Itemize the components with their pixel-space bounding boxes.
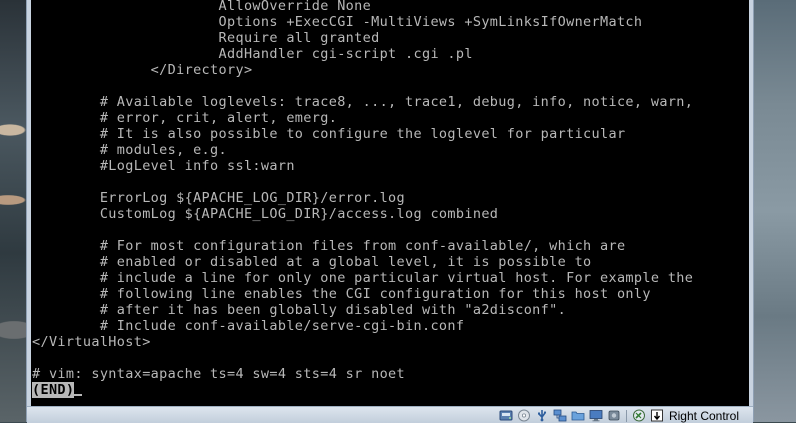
network-icon[interactable] bbox=[552, 409, 568, 423]
text-cursor bbox=[74, 394, 83, 396]
vm-status-bar: Right Control bbox=[27, 406, 753, 423]
mouse-integration-icon[interactable] bbox=[631, 409, 647, 423]
usb-icon[interactable] bbox=[534, 409, 550, 423]
terminal-line: # modules, e.g. bbox=[32, 142, 227, 158]
terminal-line: AddHandler cgi-script .cgi .pl bbox=[32, 46, 473, 62]
terminal-line: Options +ExecCGI -MultiViews +SymLinksIf… bbox=[32, 14, 643, 30]
terminal-line: # following line enables the CGI configu… bbox=[32, 286, 651, 302]
display-icon[interactable] bbox=[588, 409, 604, 423]
shared-folders-icon[interactable] bbox=[570, 409, 586, 423]
hard-disk-icon[interactable] bbox=[498, 409, 514, 423]
status-separator bbox=[625, 409, 627, 422]
desktop-background-right bbox=[752, 0, 796, 422]
vm-console-screen[interactable]: AllowOverride None Options +ExecCGI -Mul… bbox=[31, 0, 749, 406]
terminal-line: AllowOverride None bbox=[32, 0, 372, 14]
terminal-line: # For most configuration files from conf… bbox=[32, 238, 626, 254]
optical-drive-icon[interactable] bbox=[516, 409, 532, 423]
terminal-line: # include a line for only one particular… bbox=[32, 270, 694, 286]
terminal-line: # after it has been globally disabled wi… bbox=[32, 302, 567, 318]
host-key-label: Right Control bbox=[668, 408, 739, 423]
terminal-line: # vim: syntax=apache ts=4 sw=4 sts=4 sr … bbox=[32, 366, 406, 382]
video-capture-icon[interactable] bbox=[606, 409, 622, 423]
terminal-line: CustomLog ${APACHE_LOG_DIR}/access.log c… bbox=[32, 206, 499, 222]
terminal-output[interactable]: AllowOverride None Options +ExecCGI -Mul… bbox=[32, 0, 693, 398]
terminal-line: # It is also possible to configure the l… bbox=[32, 126, 626, 142]
terminal-line: # error, crit, alert, emerg. bbox=[32, 110, 338, 126]
pager-prompt-line: (END) bbox=[32, 382, 693, 398]
terminal-line: # Available loglevels: trace8, ..., trac… bbox=[32, 94, 694, 110]
terminal-line: </Directory> bbox=[32, 62, 253, 78]
terminal-line: </VirtualHost> bbox=[32, 334, 151, 350]
terminal-line: #LogLevel info ssl:warn bbox=[32, 158, 295, 174]
terminal-line: Require all granted bbox=[32, 30, 380, 46]
host-key-arrow-icon[interactable] bbox=[649, 409, 665, 423]
terminal-line: ErrorLog ${APACHE_LOG_DIR}/error.log bbox=[32, 190, 406, 206]
virtualbox-vm-window[interactable]: AllowOverride None Options +ExecCGI -Mul… bbox=[26, 0, 754, 423]
terminal-line: # enabled or disabled at a global level,… bbox=[32, 254, 592, 270]
status-icons-group: Right Control bbox=[498, 408, 739, 423]
terminal-line: # Include conf-available/serve-cgi-bin.c… bbox=[32, 318, 465, 334]
pager-end-indicator: (END) bbox=[32, 382, 75, 398]
